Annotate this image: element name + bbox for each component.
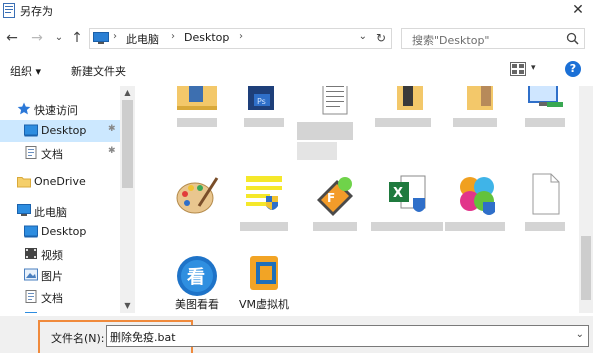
pin-icon: ✱ xyxy=(108,124,116,134)
search-icon xyxy=(566,32,579,45)
file-manager-app-icon: F xyxy=(317,177,353,216)
search-placeholder: 搜索"Desktop" xyxy=(412,34,490,47)
filename-blurred xyxy=(371,222,443,231)
sidebar-item-label: 视频 xyxy=(41,249,63,262)
sidebar-item-label: 文档 xyxy=(41,148,63,161)
breadcrumb-this-pc[interactable]: 此电脑 xyxy=(126,31,159,47)
desktop-folder-icon xyxy=(24,124,38,137)
star-icon xyxy=(17,102,31,115)
svg-text:X: X xyxy=(393,186,403,201)
save-dialog-icon xyxy=(3,3,15,18)
navigation-pane-scrollbar[interactable]: ▲ ▼ xyxy=(120,86,135,313)
filename-blurred xyxy=(297,122,353,140)
filename-blurred xyxy=(313,222,357,231)
sidebar-item-label: 下载 xyxy=(41,311,63,313)
sidebar-item-label: Desktop xyxy=(41,225,87,238)
sidebar-item-this-pc[interactable]: 此电脑 xyxy=(0,200,120,222)
sidebar-item-label: 此电脑 xyxy=(34,206,67,219)
desktop-folder-icon xyxy=(24,225,38,238)
scrollbar-thumb[interactable] xyxy=(581,236,591,300)
address-bar[interactable]: › 此电脑 › Desktop › ⌄ xyxy=(89,28,372,49)
svg-text:Ps: Ps xyxy=(257,97,266,106)
back-button[interactable]: ← xyxy=(3,29,21,47)
organize-menu-button[interactable]: 组织 ▾ xyxy=(10,63,41,79)
up-button[interactable]: ↑ xyxy=(68,29,86,47)
meitu-viewer-icon: 看 xyxy=(177,256,217,296)
filename-blurred xyxy=(297,142,337,160)
window-title: 另存为 xyxy=(20,5,53,18)
forward-button[interactable]: → xyxy=(28,29,46,47)
breadcrumb-desktop[interactable]: Desktop xyxy=(184,31,229,44)
sidebar-item-documents[interactable]: 文档 xyxy=(0,286,120,308)
filename-dropdown-button[interactable]: ⌄ xyxy=(576,329,584,340)
filename-blurred xyxy=(244,118,284,127)
filename-blurred xyxy=(453,118,497,127)
pin-icon: ✱ xyxy=(108,146,116,156)
svg-text:看: 看 xyxy=(186,266,205,288)
filename-blurred xyxy=(445,222,505,231)
sidebar-item-quick-access[interactable]: 快速访问 xyxy=(0,98,120,120)
view-options-icon[interactable] xyxy=(510,62,526,76)
filename-blurred xyxy=(525,222,565,231)
recent-locations-button[interactable]: ⌄ xyxy=(50,29,68,47)
shield-doc-icon xyxy=(246,176,282,210)
sidebar-item-desktop[interactable]: Desktop xyxy=(0,221,120,243)
paint-palette-icon xyxy=(176,177,219,214)
computer-icon xyxy=(17,204,31,216)
sidebar-item-downloads[interactable]: 下载 xyxy=(0,307,120,313)
new-folder-button[interactable]: 新建文件夹 xyxy=(71,63,126,79)
filename-value: 删除免疫.bat xyxy=(110,331,176,344)
scroll-up-arrow[interactable]: ▲ xyxy=(120,88,135,97)
sidebar-item-label: OneDrive xyxy=(34,175,86,188)
filename-blurred xyxy=(240,222,288,231)
filename-row: 文件名(N): 删除免疫.bat ⌄ xyxy=(0,316,593,353)
filename-blurred xyxy=(525,118,565,127)
address-row: ← → ⌄ ↑ › 此电脑 › Desktop › ⌄ ↻ 搜索"Desktop… xyxy=(0,26,593,52)
filename-label: 文件名(N): xyxy=(51,332,105,345)
search-input[interactable]: 搜索"Desktop" xyxy=(401,28,585,49)
blank-file-icon xyxy=(532,173,560,215)
file-name: VM虚拟机 xyxy=(238,298,289,311)
sidebar-item-label: 快速访问 xyxy=(34,104,78,117)
sidebar-item-pictures[interactable]: 图片 xyxy=(0,264,120,286)
scroll-down-arrow[interactable]: ▼ xyxy=(120,301,135,310)
file-list: Ps F X 看 美图看看 VM虚拟机 xyxy=(137,86,579,313)
sidebar-item-onedrive[interactable]: OneDrive xyxy=(0,171,120,193)
scrollbar-thumb[interactable] xyxy=(122,100,133,188)
pictures-icon xyxy=(24,268,38,281)
filename-blurred xyxy=(375,118,431,127)
sidebar-item-label: 图片 xyxy=(41,270,63,283)
filename-input[interactable]: 删除免疫.bat ⌄ xyxy=(106,325,589,347)
sidebar-item-desktop-pinned[interactable]: Desktop ✱ xyxy=(0,120,120,142)
navigation-pane: 快速访问 Desktop ✱ 文档 ✱ OneDrive 此电脑 Desktop… xyxy=(0,86,135,313)
filename-blurred xyxy=(177,118,217,127)
address-dropdown-button[interactable]: ⌄ xyxy=(359,31,367,42)
onedrive-folder-icon xyxy=(17,177,31,188)
videos-icon xyxy=(25,248,37,259)
title-bar: 另存为 ✕ xyxy=(0,0,593,22)
breadcrumb-separator: › xyxy=(171,31,175,42)
sidebar-item-label: Desktop xyxy=(41,124,87,137)
svg-text:F: F xyxy=(327,191,335,205)
downloads-icon xyxy=(25,312,37,313)
file-list-scrollbar[interactable] xyxy=(579,86,593,313)
breadcrumb-separator: › xyxy=(239,31,243,42)
sidebar-item-documents-pinned[interactable]: 文档 ✱ xyxy=(0,142,120,164)
vmware-icon xyxy=(250,256,278,290)
sidebar-item-label: 文档 xyxy=(41,292,63,305)
help-button[interactable]: ? xyxy=(565,61,581,77)
breadcrumb-separator: › xyxy=(113,31,117,42)
clover-app-icon xyxy=(460,177,495,215)
computer-icon xyxy=(93,32,109,44)
excel-file-icon: X xyxy=(389,175,426,212)
documents-icon xyxy=(25,290,37,303)
view-options-dropdown[interactable]: ▾ xyxy=(531,63,536,73)
refresh-button[interactable]: ↻ xyxy=(371,28,392,49)
sidebar-item-videos[interactable]: 视频 xyxy=(0,243,120,265)
command-bar: 组织 ▾ 新建文件夹 ▾ ? xyxy=(0,56,593,84)
close-button[interactable]: ✕ xyxy=(569,1,587,19)
file-name: 美图看看 xyxy=(175,298,219,311)
documents-icon xyxy=(25,146,37,159)
